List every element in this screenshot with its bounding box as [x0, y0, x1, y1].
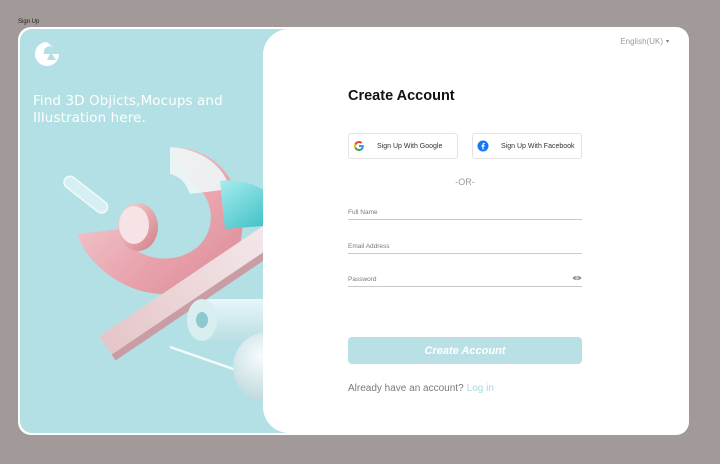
language-selector[interactable]: English(UK) ▾ [620, 37, 669, 46]
google-signup-label: Sign Up With Google [377, 142, 443, 150]
form-panel [263, 29, 687, 433]
create-account-button[interactable]: Create Account [348, 337, 582, 364]
google-signup-button[interactable]: Sign Up With Google [348, 133, 458, 159]
password-field[interactable] [348, 273, 582, 287]
eye-icon[interactable] [572, 274, 582, 282]
full-name-field[interactable] [348, 206, 582, 220]
facebook-signup-label: Sign Up With Facebook [501, 142, 575, 150]
frame-label: Sign Up [18, 19, 40, 25]
full-name-input[interactable] [348, 206, 568, 218]
language-label: English(UK) [620, 37, 663, 46]
login-link[interactable]: Log in [467, 383, 494, 394]
or-divider: -OR- [455, 177, 475, 187]
chevron-down-icon: ▾ [665, 39, 669, 45]
signup-card: Find 3D Objicts,Mocups and Illustration … [18, 27, 689, 435]
google-icon [354, 141, 364, 151]
login-prompt-text: Already have an account? [348, 383, 464, 394]
email-field[interactable] [348, 240, 582, 254]
page-title: Create Account [348, 88, 455, 104]
facebook-signup-button[interactable]: Sign Up With Facebook [472, 133, 582, 159]
facebook-icon [477, 140, 489, 152]
3d-objects-illustration [63, 147, 293, 402]
illustration-panel: Find 3D Objicts,Mocups and Illustration … [20, 29, 293, 433]
password-input[interactable] [348, 273, 568, 285]
email-input[interactable] [348, 240, 568, 252]
login-prompt: Already have an account? Log in [348, 383, 494, 394]
